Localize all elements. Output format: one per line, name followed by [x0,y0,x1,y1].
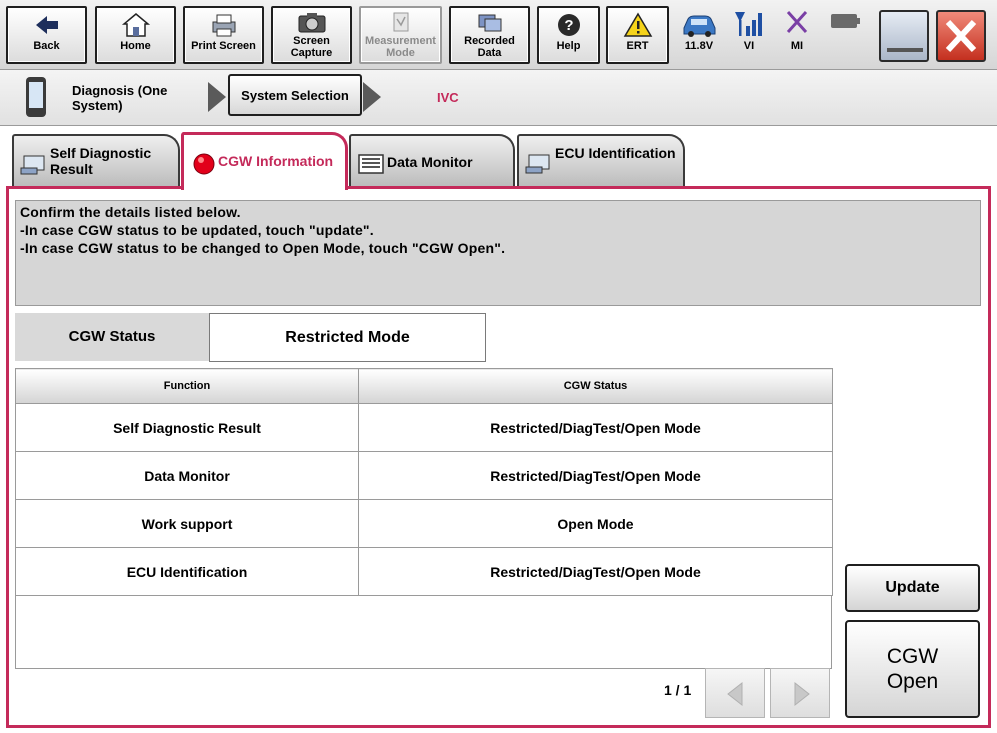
home-icon [121,13,150,37]
help-button[interactable]: ? Help [537,6,600,64]
cgw-open-button[interactable]: CGW Open [845,620,980,718]
function-cell: Work support [15,499,359,548]
function-cell: Data Monitor [15,451,359,500]
self-diagnostic-icon [20,155,45,175]
chevron-left-icon [727,681,743,707]
red-status-dot-icon [193,153,215,175]
voltage-label: 11.8V [684,40,714,52]
next-page-button[interactable] [770,668,830,718]
page-indicator: 1 / 1 [664,682,692,698]
camera-icon [298,13,325,33]
battery-icon [831,14,860,28]
close-icon [945,19,977,53]
ert-label: ERT [626,40,649,52]
vi-label: VI [743,40,755,52]
data-monitor-icon [358,154,384,174]
printer-icon [212,14,235,37]
help-label: Help [556,40,581,52]
column-header-function: Function [15,368,359,404]
message-line: -In case CGW status to be changed to Ope… [20,240,506,256]
battery-status [822,8,868,40]
tab-label: ECU Identification [555,145,676,161]
cgw-open-label-line1: CGW [886,645,939,668]
back-button[interactable]: Back [6,6,87,64]
instruction-message: Confirm the details listed below. -In ca… [15,200,981,306]
cgw-status-value: Restricted Mode [209,313,486,362]
ert-button[interactable]: ERT [606,6,669,64]
breadcrumb-arrow-icon [208,82,226,112]
tab-label: Data Monitor [387,154,473,170]
table-empty-area [15,596,832,669]
back-label: Back [33,40,60,52]
table-row[interactable]: Data Monitor Restricted/DiagTest/Open Mo… [15,451,833,500]
screen-capture-button[interactable]: Screen Capture [271,6,352,64]
close-button[interactable] [936,10,986,62]
message-line: -In case CGW status to be updated, touch… [20,222,374,238]
warning-icon [623,12,652,37]
mi-status: MI [774,8,820,52]
mi-label: MI [790,40,804,52]
tab-self-diagnostic-result[interactable]: Self Diagnostic Result [12,134,180,186]
table-row[interactable]: Self Diagnostic Result Restricted/DiagTe… [15,403,833,452]
vi-status: VI [726,8,772,52]
back-arrow-icon [35,16,58,34]
help-icon: ? [557,14,580,36]
print-screen-button[interactable]: Print Screen [183,6,264,64]
measurement-mode-button[interactable]: Measurement Mode [359,6,442,64]
status-cell: Restricted/DiagTest/Open Mode [358,547,833,596]
message-line: Confirm the details listed below. [20,204,241,220]
recorded-data-icon [478,14,501,32]
status-cell: Restricted/DiagTest/Open Mode [358,451,833,500]
ecu-id-icon [525,154,550,174]
device-icon [26,77,46,117]
home-label: Home [120,40,151,52]
home-button[interactable]: Home [95,6,176,64]
voltage-status: 11.8V [676,8,722,52]
tab-data-monitor[interactable]: Data Monitor [349,134,515,186]
tab-ecu-identification[interactable]: ECU Identification [517,134,685,186]
status-cell: Restricted/DiagTest/Open Mode [358,403,833,452]
cgw-status-label: CGW Status [15,313,209,361]
system-selection-button[interactable]: System Selection [228,74,362,116]
minimize-button[interactable] [879,10,929,62]
previous-page-button[interactable] [705,668,765,718]
breadcrumb: Diagnosis (One System) System Selection … [0,70,997,126]
recorded-data-button[interactable]: Recorded Data [449,6,530,64]
column-header-cgw-status: CGW Status [358,368,833,404]
cgw-open-label-line2: Open [886,670,939,693]
vi-signal-icon [735,12,762,36]
measurement-icon [393,12,408,32]
update-button[interactable]: Update [845,564,980,612]
function-status-table: Function CGW Status Self Diagnostic Resu… [15,368,833,596]
tab-label: Self Diagnostic Result [50,145,152,177]
breadcrumb-current: IVC [437,90,459,105]
print-screen-label: Print Screen [191,40,256,52]
status-cell: Open Mode [358,499,833,548]
svg-text:?: ? [564,17,573,34]
table-header-row: Function CGW Status [15,368,833,404]
screen-capture-label: Screen Capture [290,35,333,59]
function-cell: Self Diagnostic Result [15,403,359,452]
tab-cgw-information[interactable]: CGW Information [181,132,348,190]
minimize-icon [887,48,923,52]
mi-disconnected-icon [786,10,808,34]
car-battery-voltage-icon [683,15,716,37]
breadcrumb-arrow-icon [363,82,381,112]
tab-label: CGW Information [218,153,334,169]
breadcrumb-diagnosis[interactable]: Diagnosis (One System) [72,83,192,113]
toolbar: Back Home Print Screen Screen Capture Me… [0,0,997,70]
function-cell: ECU Identification [15,547,359,596]
chevron-right-icon [794,681,810,707]
recorded-data-label: Recorded Data [464,35,515,59]
table-row[interactable]: ECU Identification Restricted/DiagTest/O… [15,547,833,596]
measurement-mode-label: Measurement Mode [365,35,436,59]
table-row[interactable]: Work support Open Mode [15,499,833,548]
